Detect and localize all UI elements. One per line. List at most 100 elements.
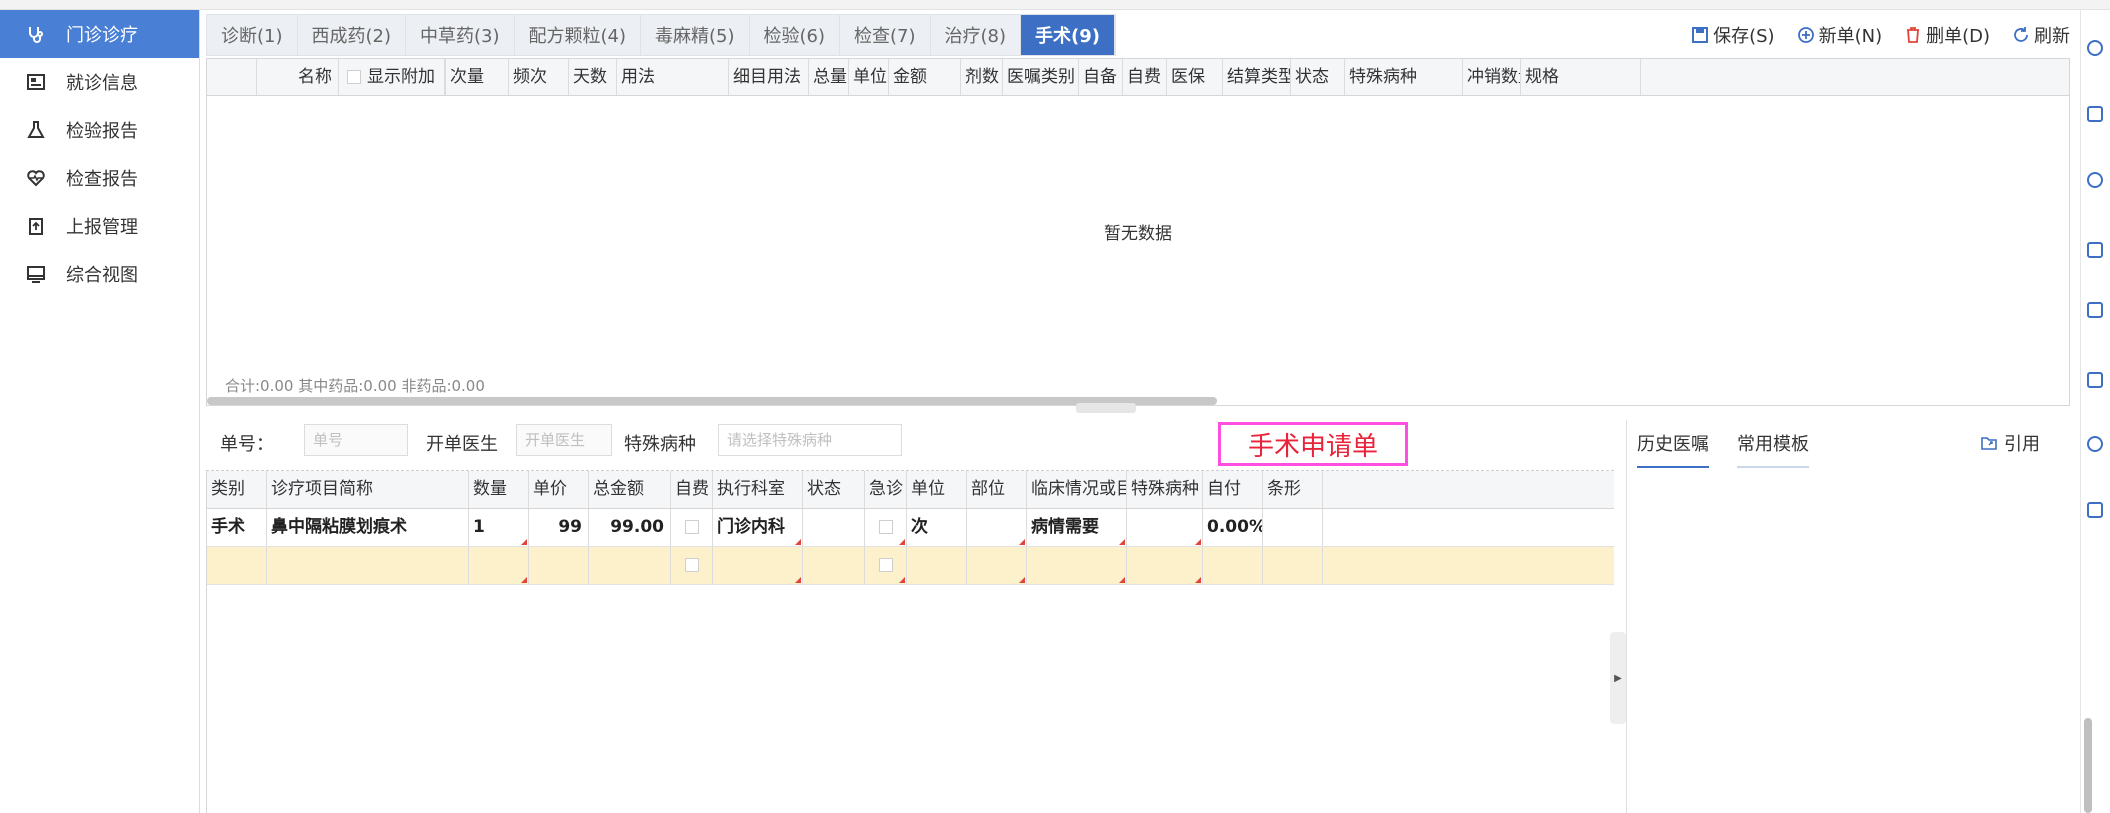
column-header[interactable]: 单价 [529, 471, 589, 508]
panel-resize-handle[interactable] [1076, 403, 1136, 413]
column-header[interactable]: 冲销数量 [1463, 59, 1521, 95]
vertical-scrollbar[interactable] [2084, 718, 2092, 813]
column-header[interactable]: 自费 [1123, 59, 1167, 95]
sidebar-item-visit-info[interactable]: 就诊信息 [0, 58, 199, 106]
refresh-button[interactable]: 刷新 [2012, 22, 2070, 48]
emergency-checkbox[interactable] [879, 520, 893, 534]
column-header[interactable]: 数量 [469, 471, 529, 508]
column-header[interactable]: 天数 [569, 59, 617, 95]
save-button[interactable]: 保存(S) [1691, 22, 1775, 48]
column-header[interactable]: 细目用法 [729, 59, 809, 95]
tab-diagnosis[interactable]: 诊断(1) [207, 15, 298, 55]
tab-history-orders[interactable]: 历史医嘱 [1637, 430, 1709, 468]
cell-total[interactable]: 99.00 [589, 509, 671, 546]
tab-surgery[interactable]: 手术(9) [1021, 15, 1115, 55]
strip-icon[interactable] [2087, 302, 2103, 318]
column-header[interactable]: 执行科室 [713, 471, 803, 508]
cell-total[interactable] [589, 547, 671, 584]
cell-unit[interactable]: 次 [907, 509, 967, 546]
tab-herbal-medicine[interactable]: 中草药(3) [406, 15, 515, 55]
column-header[interactable]: 状态 [1291, 59, 1345, 95]
strip-icon[interactable] [2087, 242, 2103, 258]
cell-category[interactable] [207, 547, 267, 584]
column-header[interactable]: 用法 [617, 59, 729, 95]
column-header[interactable]: 次量 [445, 59, 509, 95]
column-header[interactable]: 类别 [207, 471, 267, 508]
column-header[interactable]: 特殊病种 [1127, 471, 1203, 508]
cell-self-pay-checkbox[interactable] [671, 547, 713, 584]
cell-item-name[interactable] [267, 547, 469, 584]
column-header[interactable]: 总金额 [589, 471, 671, 508]
strip-icon[interactable] [2087, 172, 2103, 188]
strip-icon[interactable] [2087, 372, 2103, 388]
cell-special-disease[interactable] [1127, 547, 1203, 584]
column-header[interactable]: 单位 [907, 471, 967, 508]
order-no-input[interactable]: 单号 [304, 424, 408, 456]
column-header[interactable]: 医保 [1167, 59, 1223, 95]
tab-formula-granules[interactable]: 配方颗粒(4) [515, 15, 641, 55]
column-header[interactable]: 部位 [967, 471, 1027, 508]
column-header[interactable]: 规格 [1521, 59, 1641, 95]
column-header[interactable]: 特殊病种 [1345, 59, 1463, 95]
strip-icon[interactable] [2087, 436, 2103, 452]
column-header[interactable]: 频次 [509, 59, 569, 95]
cell-quantity[interactable]: 1 [469, 509, 529, 546]
column-header[interactable]: 自备 [1079, 59, 1123, 95]
column-header[interactable]: 临床情况或目的 [1027, 471, 1127, 508]
collapse-panel-button[interactable]: ▶ [1610, 632, 1626, 724]
cell-department[interactable] [713, 547, 803, 584]
tab-common-templates[interactable]: 常用模板 [1737, 430, 1809, 468]
emergency-checkbox[interactable] [879, 558, 893, 572]
column-header[interactable]: 自费 [671, 471, 713, 508]
cell-emergency[interactable] [865, 509, 907, 546]
cell-price[interactable]: 99 [529, 509, 589, 546]
show-extra-checkbox[interactable] [347, 70, 361, 84]
column-header[interactable]: 总量 [809, 59, 849, 95]
doctor-input[interactable]: 开单医生 [516, 424, 612, 456]
sidebar-item-report-management[interactable]: 上报管理 [0, 202, 199, 250]
cell-unit[interactable] [907, 547, 967, 584]
column-header[interactable]: 状态 [803, 471, 865, 508]
delete-order-button[interactable]: 删单(D) [1904, 22, 1990, 48]
column-header[interactable]: 剂数 [961, 59, 1003, 95]
cell-self-pay-ratio[interactable]: 0.00% [1203, 509, 1263, 546]
strip-icon[interactable] [2087, 106, 2103, 122]
new-order-button[interactable]: 新单(N) [1797, 22, 1882, 48]
cell-quantity[interactable] [469, 547, 529, 584]
strip-icon[interactable] [2087, 40, 2103, 56]
column-header[interactable]: 金额 [889, 59, 961, 95]
self-pay-checkbox[interactable] [685, 520, 699, 534]
self-pay-checkbox[interactable] [685, 558, 699, 572]
strip-icon[interactable] [2087, 502, 2103, 518]
column-header-show-extra[interactable]: 显示附加 [339, 59, 445, 95]
column-header[interactable]: 结算类型 [1223, 59, 1291, 95]
tab-narcotics[interactable]: 毒麻精(5) [641, 15, 750, 55]
table-row-new[interactable] [207, 547, 1614, 585]
column-header[interactable]: 诊疗项目简称 [267, 471, 469, 508]
cite-button[interactable]: 引用 [1980, 430, 2040, 456]
cell-self-pay-ratio[interactable] [1203, 547, 1263, 584]
cell-site[interactable] [967, 547, 1027, 584]
tab-treatment[interactable]: 治疗(8) [931, 15, 1021, 55]
column-header[interactable]: 名称 [257, 59, 339, 95]
tab-examination[interactable]: 检查(7) [840, 15, 931, 55]
tab-western-medicine[interactable]: 西成药(2) [298, 15, 406, 55]
cell-barcode[interactable] [1263, 509, 1323, 546]
column-header[interactable]: 急诊 [865, 471, 907, 508]
cell-category[interactable]: 手术 [207, 509, 267, 546]
cell-emergency[interactable] [865, 547, 907, 584]
cell-item-name[interactable]: 鼻中隔粘膜划痕术 [267, 509, 469, 546]
sidebar-item-overview[interactable]: 综合视图 [0, 250, 199, 298]
sidebar-item-exam-report[interactable]: 检查报告 [0, 154, 199, 202]
column-header[interactable]: 自付 [1203, 471, 1263, 508]
cell-department[interactable]: 门诊内科 [713, 509, 803, 546]
cell-clinical-purpose[interactable] [1027, 547, 1127, 584]
table-row[interactable]: 手术 鼻中隔粘膜划痕术 1 99 99.00 门诊内科 次 病情需要 0.00% [207, 509, 1614, 547]
cell-barcode[interactable] [1263, 547, 1323, 584]
tab-lab-test[interactable]: 检验(6) [750, 15, 840, 55]
cell-status[interactable] [803, 547, 865, 584]
cell-clinical-purpose[interactable]: 病情需要 [1027, 509, 1127, 546]
column-header[interactable]: 条形 [1263, 471, 1323, 508]
cell-status[interactable] [803, 509, 865, 546]
special-disease-select[interactable]: 请选择特殊病种 [718, 424, 902, 456]
